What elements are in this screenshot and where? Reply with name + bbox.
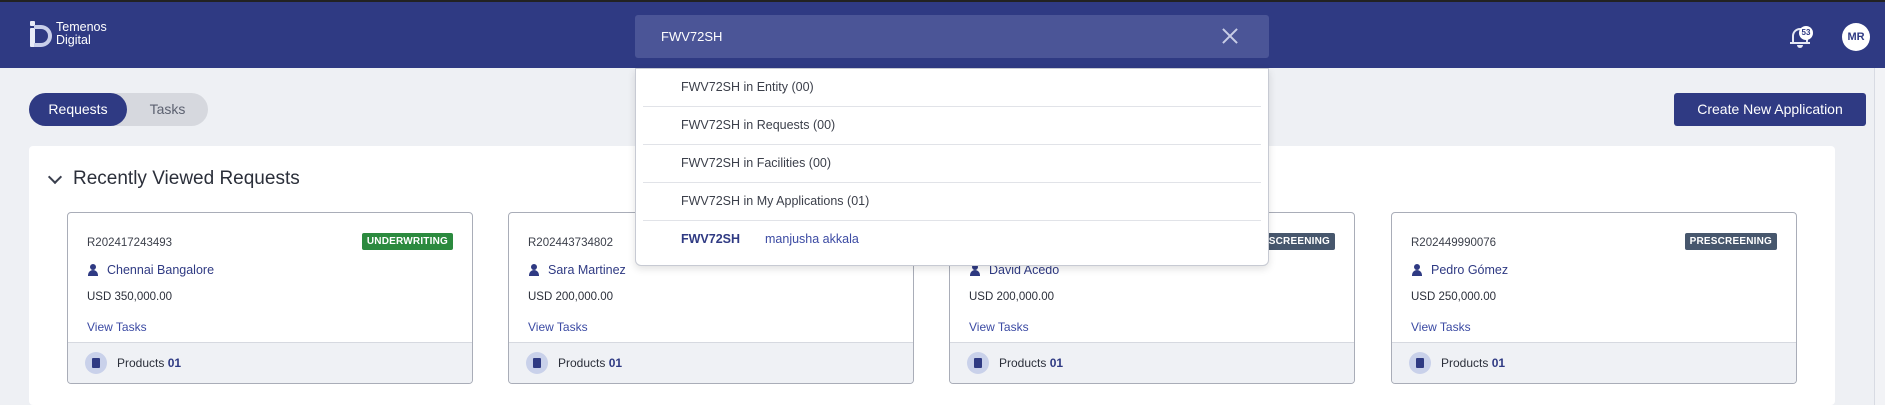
result-user: manjusha akkala [765, 232, 859, 246]
search-result-entity[interactable]: FWV72SH in Entity (00) [643, 69, 1261, 107]
products-label: Products [558, 356, 606, 370]
view-tasks-link[interactable]: View Tasks [87, 320, 147, 334]
toggle-requests[interactable]: Requests [29, 93, 127, 126]
products-count: 01 [1049, 356, 1064, 370]
products-label: Products [117, 356, 165, 370]
card-footer: Products 01 [950, 342, 1354, 383]
customer-name[interactable]: Chennai Bangalore [87, 263, 214, 277]
search-result-requests[interactable]: FWV72SH in Requests (00) [643, 107, 1261, 145]
products-icon [967, 352, 989, 374]
card-footer: Products 01 [1392, 342, 1796, 383]
person-icon [1411, 264, 1423, 276]
page-scrollbar[interactable] [1874, 68, 1885, 405]
view-tasks-link[interactable]: View Tasks [528, 320, 588, 334]
search-result-application[interactable]: FWV72SH manjusha akkala [643, 221, 1261, 259]
request-card[interactable]: R202449990076 PRESCREENING Pedro Gómez U… [1391, 212, 1797, 384]
products-label: Products [1441, 356, 1489, 370]
toggle-tasks[interactable]: Tasks [127, 93, 208, 126]
customer-name-label: Chennai Bangalore [107, 263, 215, 277]
logo-text-line2: Digital [56, 33, 91, 47]
search-input[interactable] [661, 15, 1201, 58]
person-icon [528, 264, 540, 276]
temenos-logo[interactable]: Temenos Digital [30, 19, 107, 49]
customer-name-label: Pedro Gómez [1431, 263, 1509, 277]
products-count: 01 [1491, 356, 1506, 370]
chevron-down-icon[interactable] [48, 173, 60, 185]
card-footer: Products 01 [509, 342, 913, 383]
search-results-dropdown: FWV72SH in Entity (00) FWV72SH in Reques… [635, 68, 1269, 266]
search-result-label: FWV72SH in Facilities (00) [681, 156, 832, 170]
view-tasks-link[interactable]: View Tasks [969, 320, 1029, 334]
search-result-label: FWV72SH in Entity (00) [681, 80, 814, 94]
products-label: Products [999, 356, 1047, 370]
close-icon[interactable] [1221, 27, 1239, 45]
request-amount: USD 350,000.00 [87, 291, 173, 303]
search-result-label: FWV72SH in My Applications (01) [681, 194, 870, 208]
request-amount: USD 200,000.00 [528, 291, 614, 303]
temenos-logo-icon [30, 19, 52, 49]
customer-name-label: Sara Martinez [548, 263, 626, 277]
search-result-label: FWV72SH in Requests (00) [681, 118, 836, 132]
products-count: 01 [608, 356, 623, 370]
products-icon [526, 352, 548, 374]
request-id: R202417243493 [87, 237, 173, 249]
person-icon [87, 264, 99, 276]
create-new-application-button[interactable]: Create New Application [1674, 93, 1866, 126]
status-badge: PRESCREENING [1684, 233, 1777, 250]
products-icon [1409, 352, 1431, 374]
global-search [635, 15, 1269, 58]
search-result-my-applications[interactable]: FWV72SH in My Applications (01) [643, 183, 1261, 221]
customer-name[interactable]: Pedro Gómez [1411, 263, 1508, 277]
request-id: R202449990076 [1411, 237, 1497, 249]
view-tasks-link[interactable]: View Tasks [1411, 320, 1471, 334]
customer-name[interactable]: Sara Martinez [528, 263, 626, 277]
request-amount: USD 250,000.00 [1411, 291, 1497, 303]
result-code: FWV72SH [681, 232, 741, 246]
products-count: 01 [167, 356, 182, 370]
panel-title: Recently Viewed Requests [73, 168, 300, 189]
card-footer: Products 01 [68, 342, 472, 383]
top-header: Temenos Digital 53 MR [0, 0, 1885, 68]
notification-badge: 53 [1799, 26, 1813, 40]
status-badge: UNDERWRITING [361, 233, 453, 250]
view-toggle: Requests Tasks [29, 93, 208, 126]
user-avatar[interactable]: MR [1842, 23, 1870, 51]
request-amount: USD 200,000.00 [969, 291, 1055, 303]
request-id: R202443734802 [528, 237, 614, 249]
search-result-facilities[interactable]: FWV72SH in Facilities (00) [643, 145, 1261, 183]
products-icon [85, 352, 107, 374]
request-card[interactable]: R202417243493 UNDERWRITING Chennai Banga… [67, 212, 473, 384]
